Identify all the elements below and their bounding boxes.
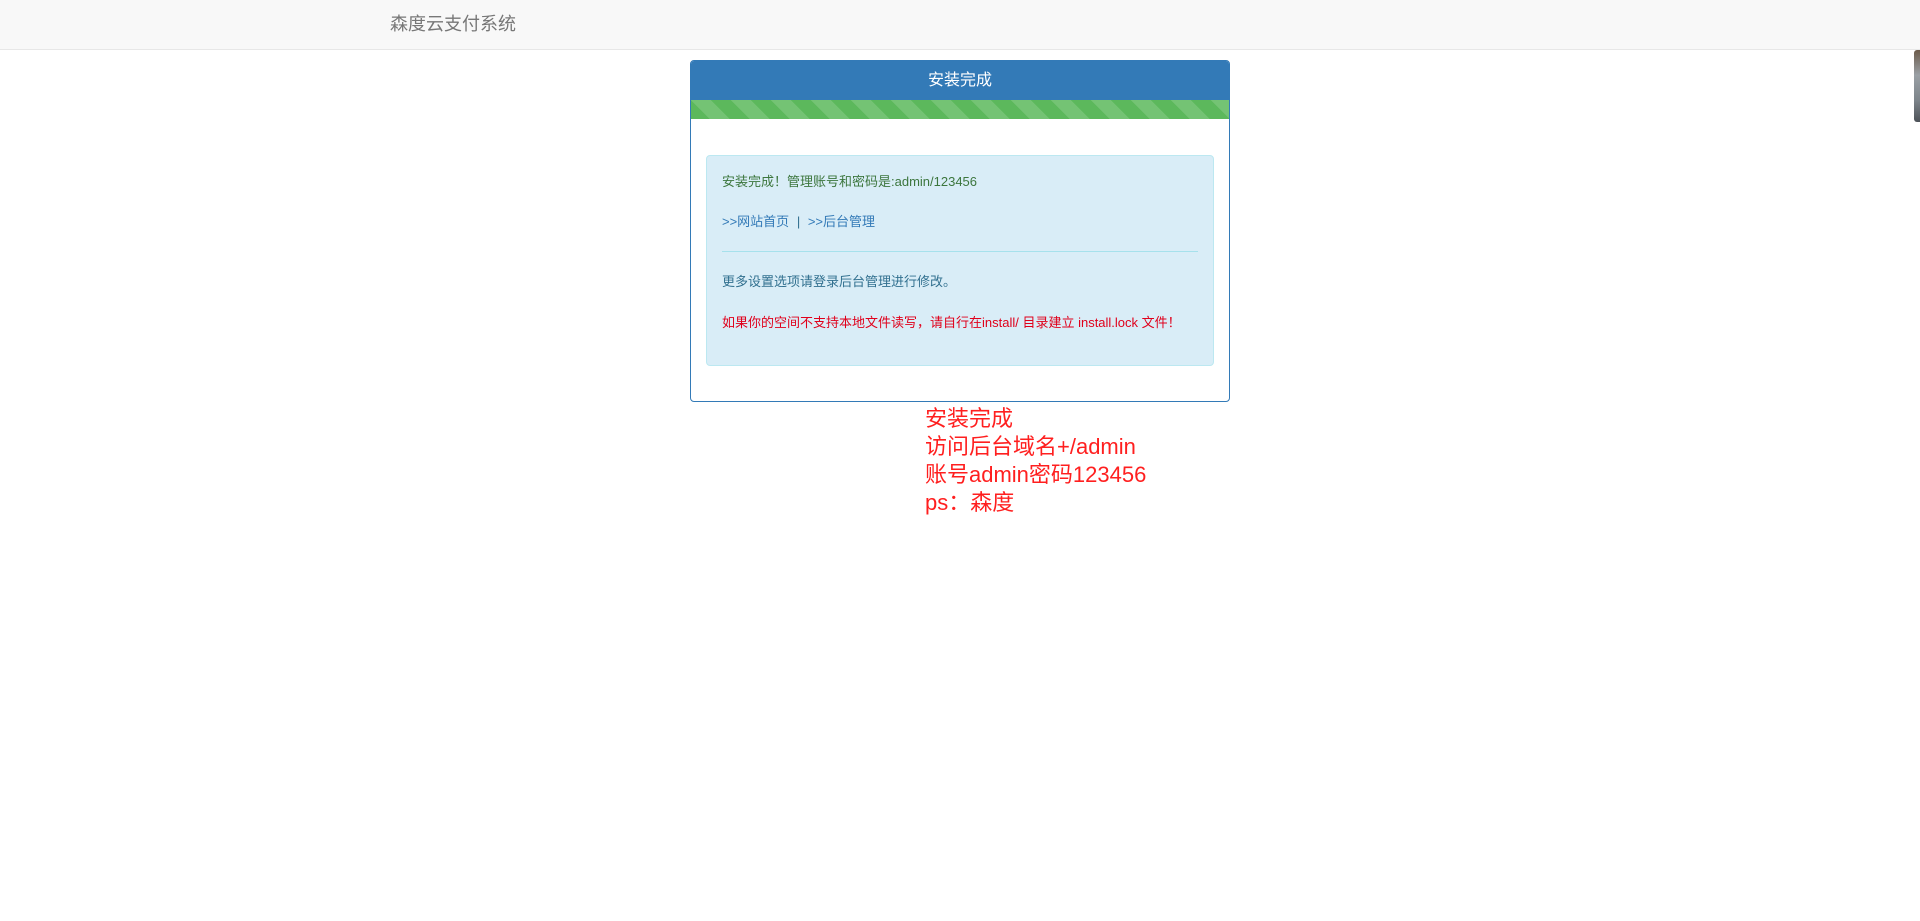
- divider: [722, 251, 1198, 252]
- red-annotation: 安装完成 访问后台域名+/admin 账号admin密码123456 ps：森度: [925, 405, 1146, 517]
- lock-file-warning: 如果你的空间不支持本地文件读写，请自行在install/ 目录建立 instal…: [722, 315, 1181, 330]
- install-complete-panel: 安装完成 安装完成！管理账号和密码是:admin/123456 >>网站首页 |…: [690, 60, 1230, 402]
- info-alert: 安装完成！管理账号和密码是:admin/123456 >>网站首页 | >>后台…: [706, 155, 1214, 366]
- annotation-line-3: 账号admin密码123456: [925, 462, 1147, 487]
- success-message: 安装完成！管理账号和密码是:admin/123456: [722, 174, 978, 189]
- annotation-line-2: 访问后台域名+/admin: [925, 434, 1136, 459]
- top-navbar: 森度云支付系统: [0, 0, 1920, 50]
- link-separator: |: [796, 214, 801, 229]
- admin-link[interactable]: >>后台管理: [808, 214, 875, 229]
- annotation-line-4: ps：森度: [925, 490, 1015, 515]
- annotation-line-1: 安装完成: [925, 406, 1014, 431]
- side-thumbnail[interactable]: [1914, 50, 1920, 122]
- settings-note: 更多设置选项请登录后台管理进行修改。: [722, 274, 957, 289]
- panel-title: 安装完成: [691, 61, 1229, 100]
- install-progress-bar: [691, 100, 1229, 119]
- brand-title[interactable]: 森度云支付系统: [390, 13, 516, 35]
- home-link[interactable]: >>网站首页: [722, 214, 789, 229]
- action-links: >>网站首页 | >>后台管理: [722, 213, 875, 231]
